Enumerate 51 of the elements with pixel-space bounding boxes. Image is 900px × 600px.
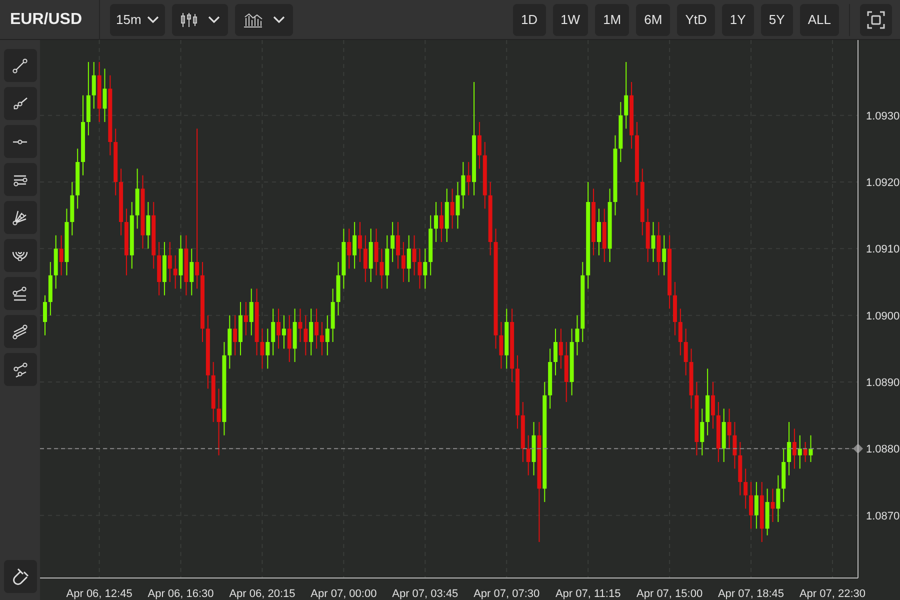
magnet-button[interactable] [4,560,36,593]
price-axis-label: 1.0890 [866,377,900,389]
drawing-tool-button[interactable] [4,87,36,120]
drawing-tool-button[interactable] [4,353,36,386]
time-axis-label: Apr 07, 03:45 [392,588,458,600]
line-tool-icon [10,56,30,76]
price-axis-label: 1.0910 [866,244,900,256]
magnet-icon [11,568,29,586]
drawing-tool-button[interactable] [4,315,36,348]
price-axis-label: 1.0870 [866,510,900,522]
time-axis-label: Apr 06, 20:15 [229,588,296,600]
price-axis-label: 1.0930 [866,110,900,122]
range-button[interactable]: ALL [800,4,839,36]
candlestick-icon [180,12,198,28]
time-axis-label: Apr 07, 00:00 [310,588,377,600]
drawing-tool-button[interactable] [4,201,36,234]
bar-chart-icon [243,12,264,28]
time-axis-label: Apr 06, 16:30 [148,588,214,600]
range-button[interactable]: 1W [552,4,588,36]
caret-icon [147,16,160,24]
range-button[interactable]: YtD [677,4,715,36]
symbol-title: EUR/USD [10,10,82,30]
price-axis-label: 1.0920 [866,177,900,189]
horizontal-line-icon [12,138,28,144]
caret-icon [208,16,220,24]
drawing-tool-button[interactable] [4,49,36,82]
time-axis-label: Apr 07, 18:45 [718,588,784,600]
price-axis-label: 1.0900 [866,310,900,322]
time-axis-label: Apr 06, 12:45 [66,588,132,600]
indicators-dropdown[interactable] [235,4,294,36]
chart-type-dropdown[interactable] [172,4,228,36]
time-axis-label: Apr 07, 15:00 [636,588,703,600]
time-axis-label: Apr 07, 07:30 [474,588,540,600]
fullscreen-button[interactable] [860,4,892,36]
diagonal-lines-icon [10,322,30,342]
arcs-icon [12,250,28,260]
range-button[interactable]: 1Y [722,4,754,36]
fullscreen-icon [867,10,885,28]
time-axis-label: Apr 07, 22:30 [799,588,866,600]
drawing-tool-button[interactable] [4,239,36,272]
price-marker-icon [853,444,863,454]
caret-icon [273,16,286,24]
time-axis-label: Apr 07, 11:15 [555,588,621,600]
drawing-tool-button[interactable] [4,277,36,310]
drawing-tool-button[interactable] [4,163,36,196]
range-button[interactable]: 1D [512,4,546,36]
range-button[interactable]: 6M [636,4,670,36]
interval-dropdown[interactable]: 15m [110,4,166,36]
price-axis-label: 1.0880 [866,444,900,456]
range-button[interactable]: 1M [595,4,630,36]
range-button[interactable]: 5Y [760,4,793,36]
